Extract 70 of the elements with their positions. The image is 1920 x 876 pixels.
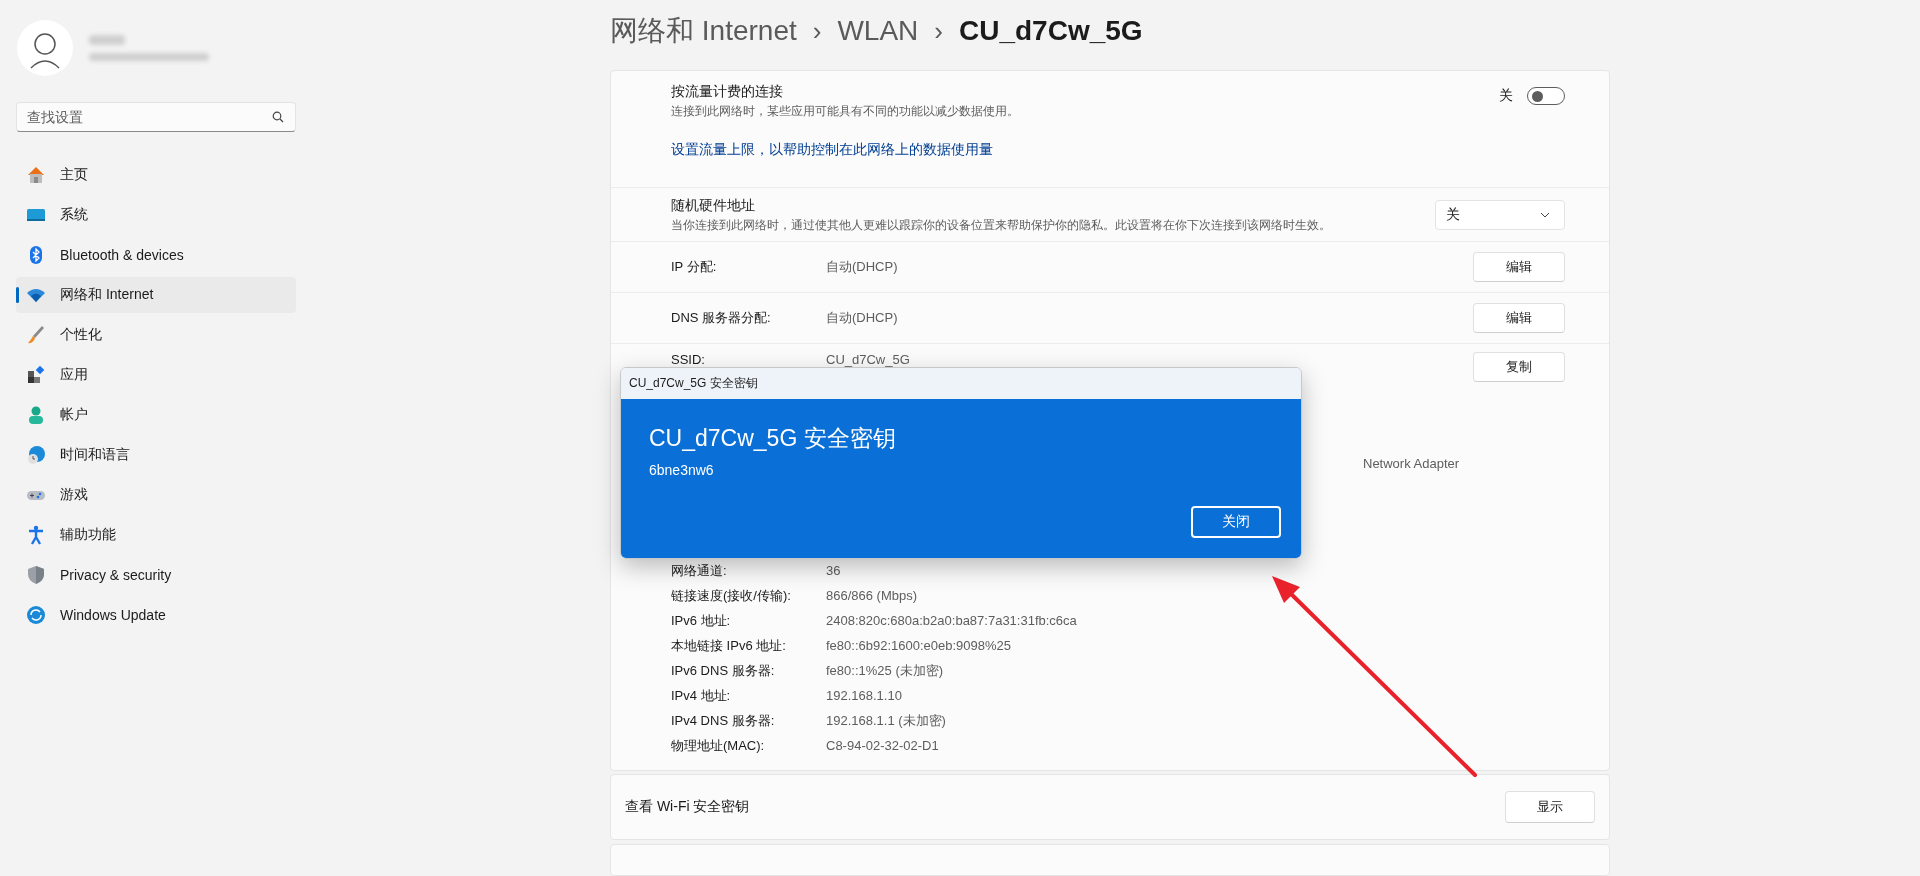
property-value: Network Adapter	[1363, 456, 1460, 471]
property-label: IPv4 地址:	[671, 686, 732, 705]
property-label: DNS 服务器分配:	[671, 309, 772, 327]
property-value: 自动(DHCP)	[826, 258, 899, 276]
update-icon	[26, 605, 46, 625]
nav-item[interactable]: 辅助功能	[16, 517, 296, 553]
breadcrumb-separator: ›	[934, 15, 943, 47]
shield-icon	[26, 565, 46, 585]
nav-item[interactable]: Bluetooth & devices	[16, 237, 296, 273]
breadcrumb-separator: ›	[812, 15, 822, 47]
apps-icon	[26, 365, 46, 385]
person-icon	[26, 405, 46, 425]
property-label: 网络通道:	[671, 561, 728, 580]
property-value: CU_d7Cw_5G	[826, 352, 911, 367]
brush-icon	[26, 325, 46, 345]
property-value: 192.168.1.10	[826, 688, 903, 703]
security-key: 6bne3nw6	[649, 462, 1281, 478]
close-button[interactable]: 关闭	[1191, 506, 1281, 538]
setting-title: 按流量计费的连接	[671, 83, 784, 101]
property-label: IPv6 DNS 服务器:	[671, 661, 776, 680]
nav-item[interactable]: Privacy & security	[16, 557, 296, 593]
property-label: 本地链接 IPv6 地址:	[671, 636, 787, 655]
setting-description: 连接到此网络时，某些应用可能具有不同的功能以减少数据使用。	[671, 104, 1019, 119]
property-label: IPv6 地址:	[671, 611, 732, 630]
property-value: 866/866 (Mbps)	[826, 588, 919, 603]
property-label: IP 分配:	[671, 258, 718, 276]
nav-item[interactable]: 系统	[16, 197, 296, 233]
property-value: 36	[826, 563, 842, 578]
nav-item[interactable]: Windows Update	[16, 597, 296, 633]
breadcrumb-item[interactable]: 网络和 Internet	[610, 12, 797, 50]
property-value: fe80::1%25 (未加密)	[826, 661, 945, 680]
setting-title: 查看 Wi-Fi 安全密钥	[625, 798, 750, 816]
show-button[interactable]: 显示	[1505, 791, 1595, 823]
property-value: 2408:820c:680a:b2a0:ba87:7a31:31fb:c6ca	[826, 613, 1078, 628]
property-value: C8-94-02-32-02-D1	[826, 738, 940, 753]
property-value: 自动(DHCP)	[826, 309, 899, 327]
toggle-label: 关	[1499, 87, 1513, 105]
setting-title: 随机硬件地址	[671, 196, 756, 215]
toggle-switch[interactable]	[1527, 87, 1565, 105]
action-button[interactable]: 复制	[1473, 352, 1565, 382]
nav-item[interactable]: 游戏	[16, 477, 296, 513]
property-label: 物理地址(MAC):	[671, 736, 766, 755]
dropdown[interactable]: 关	[1435, 199, 1565, 230]
breadcrumb-item[interactable]: WLAN	[837, 15, 919, 47]
nav-item[interactable]: 时间和语言	[16, 437, 296, 473]
home-icon	[26, 165, 46, 185]
data-limit-link[interactable]: 设置流量上限，以帮助控制在此网络上的数据使用量	[671, 141, 1565, 159]
nav-item[interactable]: 个性化	[16, 317, 296, 353]
property-value: fe80::6b92:1600:e0eb:9098%25	[826, 638, 1013, 653]
globe-clock-icon	[26, 445, 46, 465]
breadcrumb-item: CU_d7Cw_5G	[959, 15, 1143, 47]
dialog-title: CU_d7Cw_5G 安全密钥	[621, 368, 1301, 401]
dialog-heading: CU_d7Cw_5G 安全密钥	[649, 424, 897, 453]
nav-item[interactable]: 帐户	[16, 397, 296, 433]
nav-item[interactable]: 网络和 Internet	[16, 277, 296, 313]
search-icon	[272, 111, 284, 123]
nav-item[interactable]: 主页	[16, 157, 296, 193]
property-value: 192.168.1.1 (未加密)	[826, 711, 947, 730]
action-button[interactable]: 编辑	[1473, 303, 1565, 333]
nav-item[interactable]: 应用	[16, 357, 296, 393]
setting-description: 当你连接到此网络时，通过使其他人更难以跟踪你的设备位置来帮助保护你的隐私。此设置将在你下次连接到该网络时生效。	[671, 217, 1331, 233]
chevron-down-icon	[1540, 211, 1550, 218]
avatar	[17, 20, 73, 76]
property-label: 链接速度(接收/传输):	[671, 586, 792, 605]
accessibility-icon	[26, 525, 46, 545]
search-field[interactable]: 查找设置	[16, 102, 296, 132]
blurred-name	[89, 35, 125, 45]
action-button[interactable]: 编辑	[1473, 252, 1565, 282]
property-label: IPv4 DNS 服务器:	[671, 711, 776, 730]
property-label: SSID:	[671, 352, 706, 367]
